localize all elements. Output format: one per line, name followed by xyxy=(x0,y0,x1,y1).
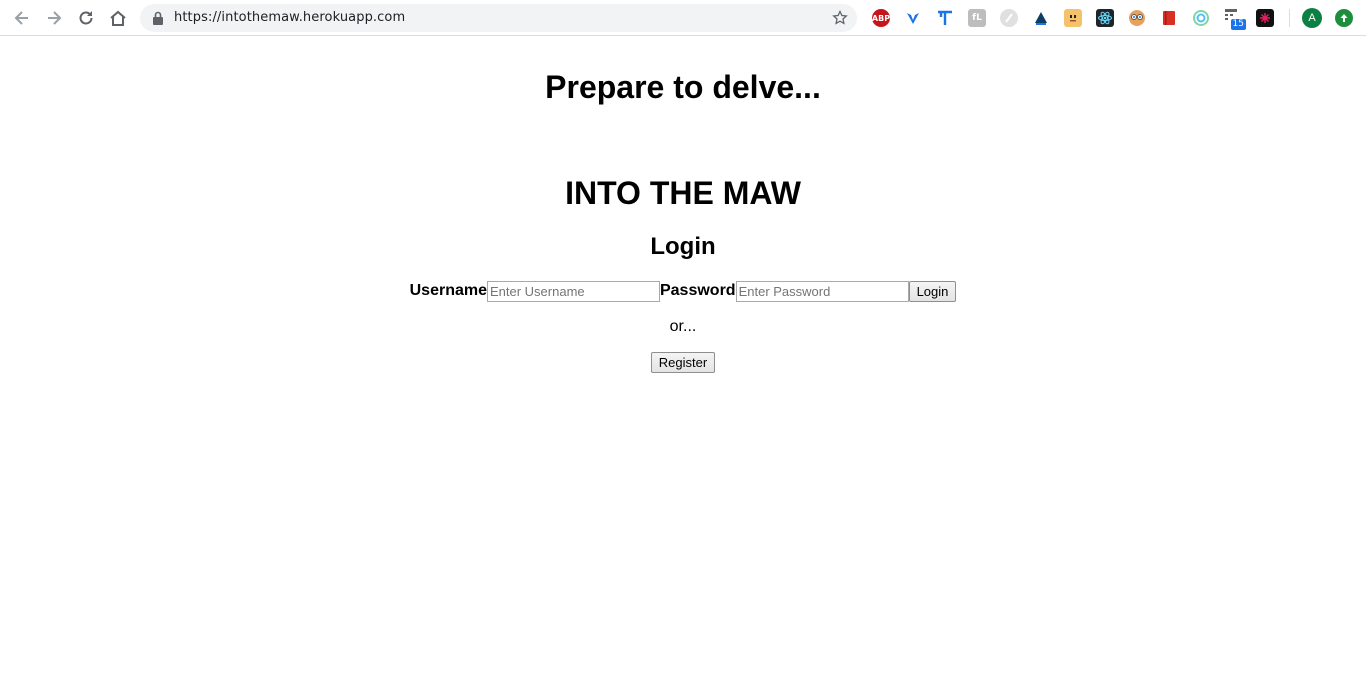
address-bar[interactable]: https://intothemaw.herokuapp.com xyxy=(140,4,857,32)
url-text: https://intothemaw.herokuapp.com xyxy=(174,10,406,25)
puzzle-extension-icon[interactable]: fL xyxy=(968,9,986,27)
back-button[interactable] xyxy=(10,6,34,30)
calendar-badge: 15 xyxy=(1230,19,1246,30)
owl-extension-icon[interactable] xyxy=(1128,9,1146,27)
triangle-extension-icon[interactable] xyxy=(1032,9,1050,27)
lock-icon xyxy=(153,11,163,25)
register-button[interactable]: Register xyxy=(650,352,716,373)
home-button[interactable] xyxy=(106,6,130,30)
username-input[interactable] xyxy=(486,280,660,302)
vimeo-like-icon[interactable] xyxy=(904,9,922,27)
login-button[interactable]: Login xyxy=(908,280,957,302)
forward-button[interactable] xyxy=(42,6,66,30)
bookmark-star-icon[interactable] xyxy=(832,10,848,26)
box-extension-icon[interactable] xyxy=(1064,9,1082,27)
update-button[interactable] xyxy=(1335,9,1353,27)
back-arrow-icon xyxy=(14,11,28,25)
page-content: Prepare to delve... INTO THE MAW Login U… xyxy=(0,37,1366,683)
book-extension-icon[interactable] xyxy=(1160,9,1178,27)
login-form: Username Password Login xyxy=(0,280,1366,302)
react-devtools-icon[interactable] xyxy=(1096,9,1114,27)
username-label: Username xyxy=(409,282,487,299)
password-input[interactable] xyxy=(735,280,909,302)
or-text: or... xyxy=(669,318,697,335)
tagline-heading: Prepare to delve... xyxy=(545,69,821,105)
adblock-plus-icon[interactable]: ABP xyxy=(872,9,890,27)
reload-button[interactable] xyxy=(74,6,98,30)
game-title: INTO THE MAW xyxy=(565,175,801,211)
dark-extension-icon[interactable] xyxy=(1256,9,1274,27)
profile-avatar[interactable]: A xyxy=(1302,8,1322,28)
register-wrapper: Register xyxy=(0,352,1366,373)
adblock-label: ABP xyxy=(871,13,891,23)
calendar-extension-icon[interactable]: 15 xyxy=(1224,8,1246,30)
reload-icon xyxy=(79,11,93,25)
forward-arrow-icon xyxy=(48,11,62,25)
tampermonkey-icon[interactable] xyxy=(936,9,954,27)
feather-extension-icon[interactable] xyxy=(1000,9,1018,27)
avatar-letter: A xyxy=(1308,12,1316,24)
toolbar-separator xyxy=(1289,9,1290,27)
browser-toolbar: https://intothemaw.herokuapp.com ABP fL … xyxy=(0,0,1366,36)
circle-extension-icon[interactable] xyxy=(1192,9,1210,27)
home-icon xyxy=(110,10,126,26)
password-label: Password xyxy=(659,282,736,299)
login-heading: Login xyxy=(650,233,716,260)
arrow-up-icon xyxy=(1340,14,1348,22)
